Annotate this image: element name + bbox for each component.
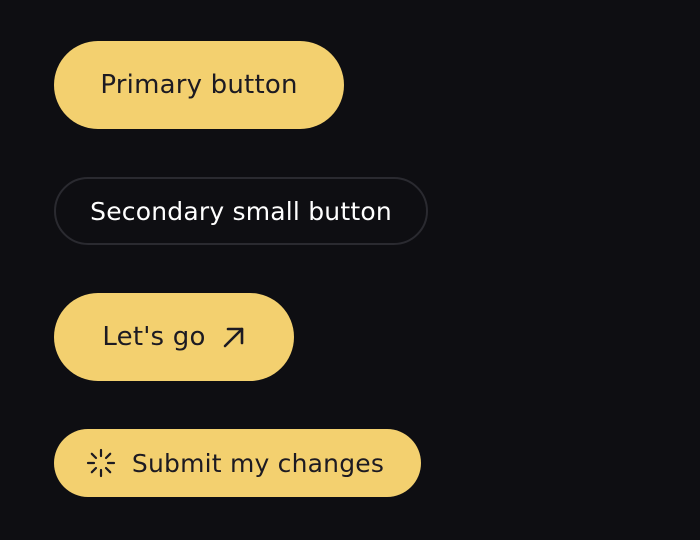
primary-button[interactable]: Primary button — [54, 41, 344, 129]
lets-go-button[interactable]: Let's go — [54, 293, 294, 381]
primary-button-label: Primary button — [100, 70, 298, 100]
secondary-small-button-label: Secondary small button — [90, 196, 392, 226]
arrow-up-right-icon — [222, 325, 246, 349]
lets-go-button-label: Let's go — [102, 322, 206, 352]
secondary-small-button[interactable]: Secondary small button — [54, 177, 428, 245]
submit-my-changes-button[interactable]: Submit my changes — [54, 429, 421, 497]
submit-my-changes-button-label: Submit my changes — [131, 448, 385, 478]
spinner-icon — [85, 447, 117, 479]
